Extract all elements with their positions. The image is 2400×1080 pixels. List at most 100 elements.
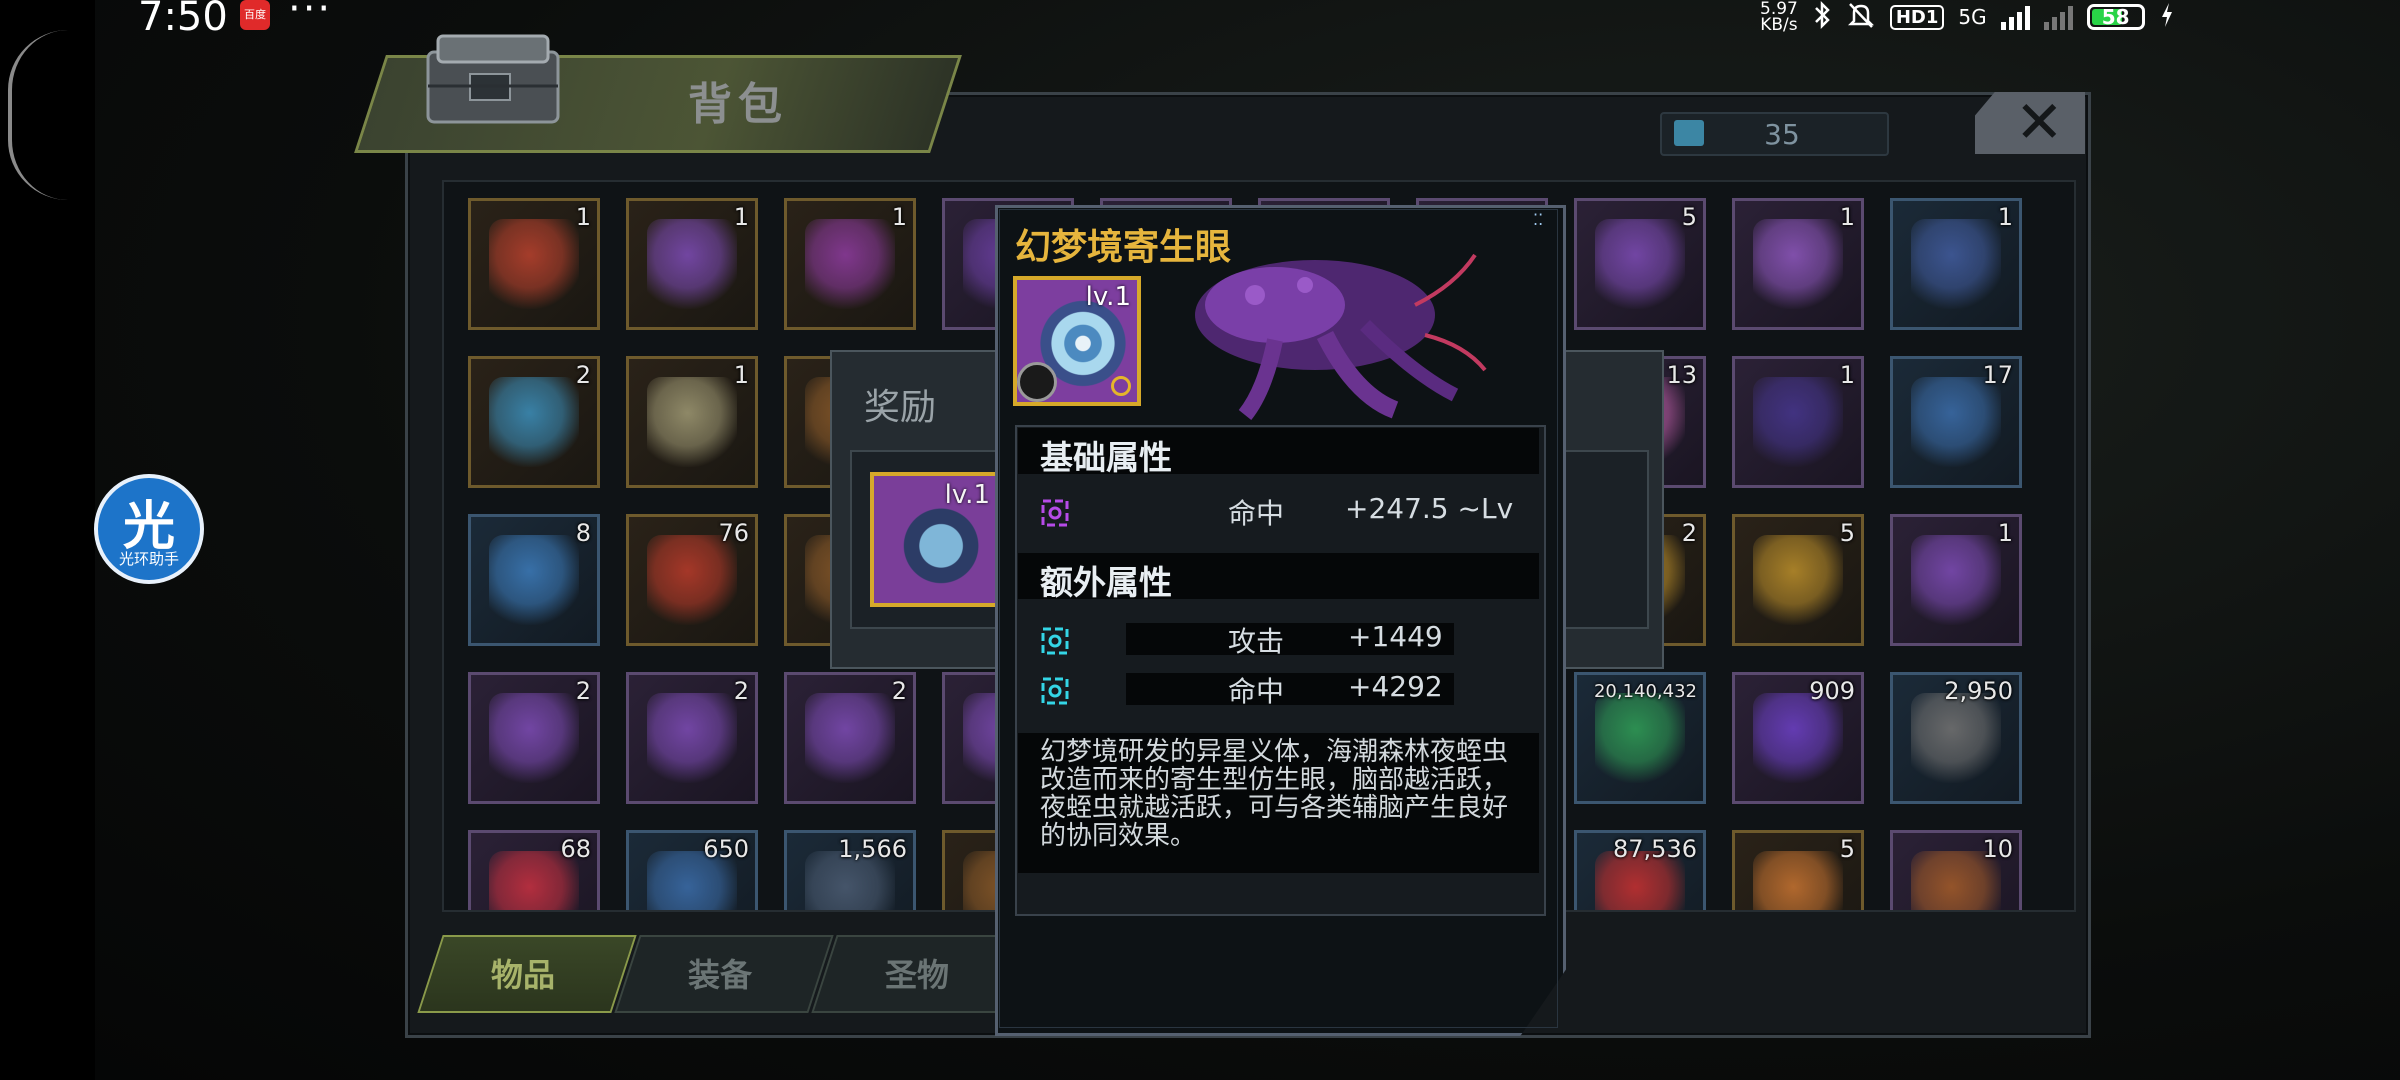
inventory-slot[interactable]: 1 xyxy=(1732,356,1864,488)
signal-strength-2-icon xyxy=(2043,4,2073,30)
item-quantity: 2 xyxy=(575,361,591,389)
inventory-slot[interactable]: 20,140,432 xyxy=(1574,672,1706,804)
item-quantity: 1 xyxy=(1839,361,1855,389)
network-type: 5G xyxy=(1958,5,1987,29)
item-art-icon xyxy=(1753,851,1843,910)
mute-bell-icon xyxy=(1846,0,1876,35)
assistant-label: 光环助手 xyxy=(118,550,179,568)
more-notifications-icon: ··· xyxy=(288,0,333,32)
item-art-icon xyxy=(489,535,579,625)
inventory-slot[interactable]: 2 xyxy=(784,672,916,804)
item-quantity: 2 xyxy=(575,677,591,705)
inventory-slot[interactable]: 909 xyxy=(1732,672,1864,804)
inventory-slot[interactable]: 2 xyxy=(468,672,600,804)
item-art-icon xyxy=(489,377,579,467)
gear-icon xyxy=(1017,362,1057,402)
floating-assistant-button[interactable]: 光 光环助手 xyxy=(94,474,204,584)
target-icon xyxy=(1111,376,1131,396)
item-art-icon xyxy=(805,693,895,783)
inventory-slot[interactable]: 76 xyxy=(626,514,758,646)
extra-attributes-header: 额外属性 xyxy=(1018,553,1539,602)
inventory-slot[interactable]: 1 xyxy=(1890,198,2022,330)
item-quantity: 2,950 xyxy=(1944,677,2013,705)
item-quantity: 13 xyxy=(1666,361,1697,389)
item-quantity: 1,566 xyxy=(838,835,907,863)
item-quantity: 68 xyxy=(560,835,591,863)
item-art-icon xyxy=(647,693,737,783)
close-x-icon: ✕ xyxy=(2015,88,2064,156)
status-time: 7:50 xyxy=(138,0,228,40)
item-art-icon xyxy=(1911,693,2001,783)
inventory-slot[interactable]: 1 xyxy=(626,198,758,330)
item-description: 幻梦境研发的异星义体，海潮森林夜蛭虫改造而来的寄生型仿生眼，脑部越活跃，夜蛭虫就… xyxy=(1040,737,1509,851)
item-quantity: 5 xyxy=(1839,835,1855,863)
item-quantity: 5 xyxy=(1839,519,1855,547)
network-speed: 5.97 KB/s xyxy=(1760,1,1798,35)
inventory-slot[interactable]: 2 xyxy=(626,672,758,804)
inventory-slot[interactable]: 1 xyxy=(1732,198,1864,330)
item-quantity: 650 xyxy=(703,835,749,863)
status-indicators: 5.97 KB/s HD1 5G 58 xyxy=(1760,0,2175,34)
inventory-slot[interactable]: 5 xyxy=(1732,830,1864,910)
extra-attr-name: 命中 xyxy=(1228,675,1285,708)
inventory-slot[interactable]: 5 xyxy=(1732,514,1864,646)
extra-attr-value: +4292 xyxy=(1348,670,1443,703)
cyan-attribute-icon xyxy=(1041,627,1069,655)
item-art-icon xyxy=(647,219,737,309)
item-quantity: 2 xyxy=(891,677,907,705)
battery-icon: 58 xyxy=(2086,4,2145,30)
item-quantity: 2 xyxy=(733,677,749,705)
backpack-chest-icon xyxy=(426,34,560,124)
reward-title: 奖励 xyxy=(864,387,937,428)
inventory-slot[interactable]: 10 xyxy=(1890,830,2022,910)
inventory-slot[interactable]: 1,566 xyxy=(784,830,916,910)
tab-items-label: 物品 xyxy=(490,956,555,994)
status-bar: 7:50 百度 ··· 5.97 KB/s HD1 5G 58 xyxy=(0,0,2400,40)
item-quantity: 5 xyxy=(1681,203,1697,231)
network-speed-unit: KB/s xyxy=(1760,15,1798,35)
tab-relics-label: 圣物 xyxy=(884,956,949,994)
inventory-slot[interactable]: 2,950 xyxy=(1890,672,2022,804)
basic-attributes-title: 基础属性 xyxy=(1040,438,1172,477)
item-quantity: 1 xyxy=(733,203,749,231)
item-quantity: 20,140,432 xyxy=(1593,681,1697,702)
inventory-slot[interactable]: 1 xyxy=(468,198,600,330)
extra-attr-row: 攻击 +1449 xyxy=(1018,618,1539,662)
item-quantity: 8 xyxy=(575,519,591,547)
inventory-slot[interactable]: 87,536 xyxy=(1574,830,1706,910)
inventory-slot[interactable]: 1 xyxy=(1890,514,2022,646)
inventory-slot[interactable]: 2 xyxy=(468,356,600,488)
close-button[interactable]: ✕ xyxy=(1975,92,2085,154)
item-art-icon xyxy=(647,377,737,467)
inventory-slot[interactable]: 68 xyxy=(468,830,600,910)
basic-attributes-header: 基础属性 xyxy=(1018,428,1539,477)
item-quantity: 1 xyxy=(891,203,907,231)
item-art-icon xyxy=(1753,535,1843,625)
item-quantity: 76 xyxy=(718,519,749,547)
battery-level: 58 xyxy=(2101,5,2130,29)
item-art-icon xyxy=(1753,219,1843,309)
extra-attributes-title: 额外属性 xyxy=(1040,563,1172,602)
storage-icon xyxy=(1674,120,1704,146)
reward-item-slot[interactable]: lv.1 xyxy=(870,472,1000,607)
extra-attr-row: 命中 +4292 xyxy=(1018,668,1539,712)
item-art-icon xyxy=(489,219,579,309)
item-quantity: 2 xyxy=(1681,519,1697,547)
inventory-slot[interactable]: 1 xyxy=(784,198,916,330)
item-quantity: 17 xyxy=(1982,361,2013,389)
inventory-slot[interactable]: 8 xyxy=(468,514,600,646)
basic-attr-value: +247.5 ~Lv xyxy=(1345,492,1514,525)
basic-attr-name: 命中 xyxy=(1228,497,1285,530)
inventory-slot[interactable]: 650 xyxy=(626,830,758,910)
item-quantity: 1 xyxy=(575,203,591,231)
tooltip-item-name: 幻梦境寄生眼 xyxy=(1015,227,1232,268)
item-art-icon xyxy=(1753,377,1843,467)
backpack-title: 背包 xyxy=(688,79,788,130)
inventory-slot[interactable]: 17 xyxy=(1890,356,2022,488)
inventory-slot[interactable]: 5 xyxy=(1574,198,1706,330)
purple-attribute-icon xyxy=(1041,499,1069,527)
extra-attr-name: 攻击 xyxy=(1228,625,1285,658)
basic-attr-row: 命中 +247.5 ~Lv xyxy=(1018,490,1539,534)
hd-call-badge: HD1 xyxy=(1889,4,1945,30)
inventory-slot[interactable]: 1 xyxy=(626,356,758,488)
